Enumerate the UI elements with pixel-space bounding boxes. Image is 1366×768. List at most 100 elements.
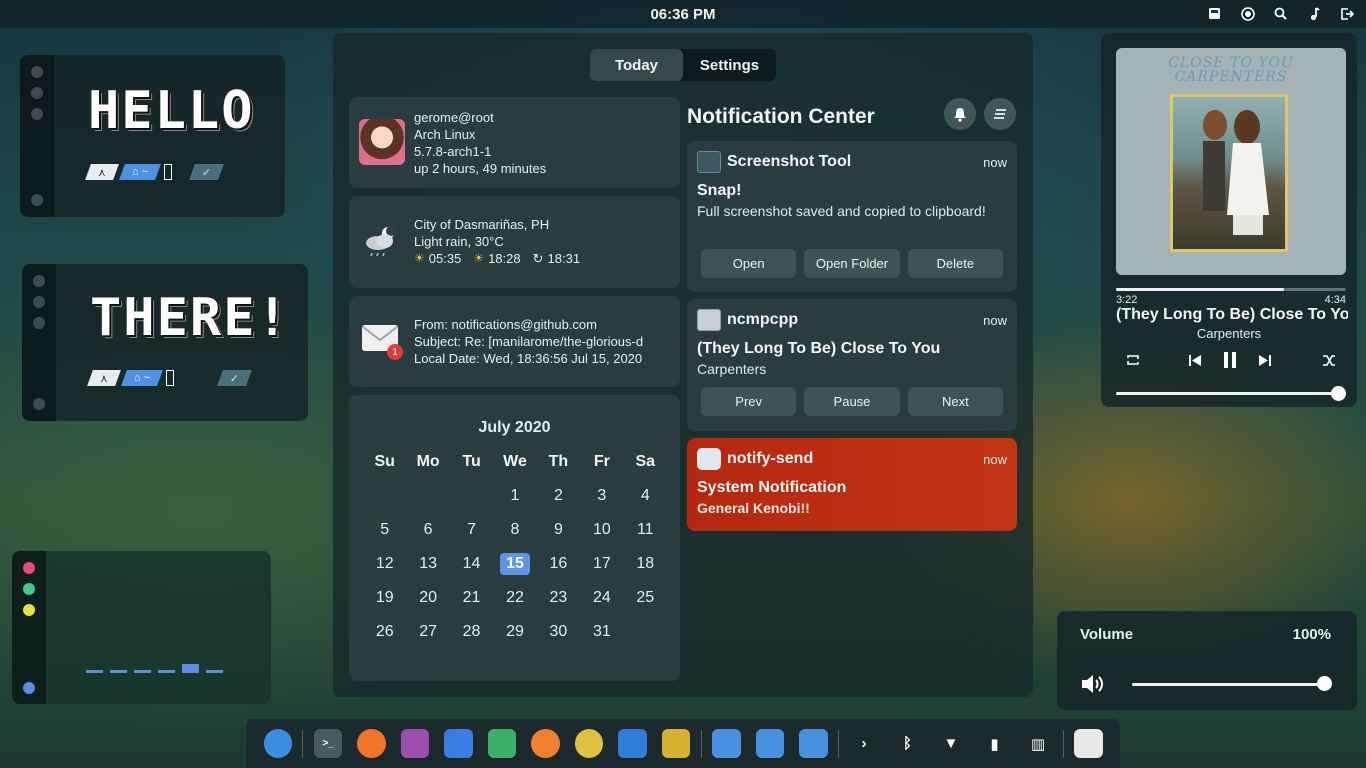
home-folder-icon[interactable]: [712, 729, 741, 758]
pause-button[interactable]: Pause: [804, 387, 900, 416]
color-picker-icon[interactable]: [574, 729, 604, 758]
next-track-icon[interactable]: [1253, 349, 1277, 371]
expand-icon[interactable]: ›: [850, 729, 878, 758]
open-button[interactable]: Open: [701, 249, 797, 278]
files-icon[interactable]: [444, 729, 473, 758]
pause-icon[interactable]: [1218, 349, 1242, 371]
calendar-day[interactable]: 28: [450, 615, 493, 649]
calendar-day[interactable]: 5: [363, 513, 406, 547]
notification-body: Full screenshot saved and copied to clip…: [697, 203, 986, 219]
calendar-day[interactable]: 14: [450, 547, 493, 581]
record-icon[interactable]: [1238, 4, 1257, 23]
notification-screenshot[interactable]: Screenshot Tool now Snap! Full screensho…: [687, 141, 1017, 292]
previous-track-icon[interactable]: [1183, 349, 1207, 371]
sunset-time: 18:28: [488, 251, 521, 266]
tab-today[interactable]: Today: [590, 49, 683, 81]
calendar-day[interactable]: 20: [406, 581, 449, 615]
track-progress-bar[interactable]: [1116, 288, 1346, 291]
screenshot-icon[interactable]: [1205, 4, 1224, 23]
calendar-day: [450, 479, 493, 513]
clear-all-icon[interactable]: [984, 98, 1016, 130]
calendar-day[interactable]: 24: [580, 581, 623, 615]
calendar-day[interactable]: 18: [624, 547, 667, 581]
calendar-day-today[interactable]: 15: [493, 547, 536, 581]
next-button[interactable]: Next: [907, 387, 1003, 416]
documents-folder-icon[interactable]: [755, 729, 785, 758]
settings-icon[interactable]: [661, 729, 691, 758]
notification-body: General Kenobi!!: [697, 500, 810, 516]
downloads-folder-icon[interactable]: [799, 729, 828, 758]
media-icon[interactable]: [487, 729, 517, 758]
trash-icon[interactable]: [1074, 729, 1103, 758]
game-icon[interactable]: [531, 729, 560, 758]
green-dot[interactable]: [23, 583, 35, 595]
calendar-day[interactable]: 31: [580, 615, 623, 649]
editor-icon[interactable]: [400, 729, 430, 758]
repeat-icon[interactable]: [1121, 349, 1145, 371]
prev-button[interactable]: Prev: [701, 387, 797, 416]
layout-icon[interactable]: ▥: [1024, 729, 1052, 758]
battery-icon[interactable]: ▮: [980, 729, 1008, 758]
delete-button[interactable]: Delete: [907, 249, 1003, 278]
firefox-icon[interactable]: [357, 729, 386, 758]
blue-dot[interactable]: [23, 682, 35, 694]
widget-sidebar: [20, 55, 54, 217]
speaker-icon[interactable]: [1080, 672, 1106, 696]
player-volume-slider[interactable]: [1116, 392, 1338, 395]
shuffle-icon[interactable]: [1317, 349, 1341, 371]
refresh-icon[interactable]: ↻: [533, 250, 544, 267]
calendar-day[interactable]: 9: [537, 513, 580, 547]
terminal-icon[interactable]: >_: [313, 729, 343, 758]
email-date: Local Date: Wed, 18:36:56 Jul 15, 2020: [414, 351, 643, 366]
calendar-day[interactable]: 17: [580, 547, 623, 581]
calendar-day[interactable]: 6: [406, 513, 449, 547]
notification-title: Snap!: [697, 182, 742, 199]
calendar-day[interactable]: 11: [624, 513, 667, 547]
calendar-day[interactable]: 22: [493, 581, 536, 615]
volume-slider[interactable]: [1132, 683, 1324, 686]
virtualbox-icon[interactable]: [618, 729, 647, 758]
player-volume-knob[interactable]: [1331, 386, 1346, 401]
calendar-day[interactable]: 13: [406, 547, 449, 581]
calendar-day[interactable]: 25: [624, 581, 667, 615]
notification-notify-send[interactable]: notify-send now System Notification Gene…: [687, 438, 1017, 531]
calendar-day[interactable]: 3: [580, 479, 623, 513]
calendar-day[interactable]: 1: [493, 479, 536, 513]
volume-knob[interactable]: [1317, 676, 1332, 691]
clock[interactable]: 06:36 PM: [0, 6, 1366, 23]
logout-icon[interactable]: [1337, 4, 1356, 23]
tab-settings[interactable]: Settings: [683, 49, 776, 81]
calendar-day[interactable]: 27: [406, 615, 449, 649]
yellow-dot[interactable]: [23, 604, 35, 616]
calendar-day[interactable]: 30: [537, 615, 580, 649]
calendar-day[interactable]: 29: [493, 615, 536, 649]
check-tag: ✓: [217, 370, 253, 386]
calendar-day[interactable]: 4: [624, 479, 667, 513]
screenshot-app-icon: [697, 151, 721, 173]
email-from: From: notifications@github.com: [414, 317, 597, 332]
calendar-day[interactable]: 12: [363, 547, 406, 581]
calendar-day[interactable]: 26: [363, 615, 406, 649]
calendar-day[interactable]: 16: [537, 547, 580, 581]
search-icon[interactable]: [1271, 4, 1290, 23]
calendar-day[interactable]: 7: [450, 513, 493, 547]
level-bar: [158, 670, 175, 673]
red-dot[interactable]: [23, 562, 35, 574]
calendar-day[interactable]: 23: [537, 581, 580, 615]
open-folder-button[interactable]: Open Folder: [804, 249, 900, 278]
calendar-day[interactable]: 2: [537, 479, 580, 513]
system-tray: [1205, 4, 1356, 23]
weekday-header: Tu: [462, 453, 481, 470]
dock: >_ › ᛒ ▼ ▮ ▥: [246, 719, 1120, 768]
calendar-day[interactable]: 19: [363, 581, 406, 615]
calendar-day[interactable]: 10: [580, 513, 623, 547]
calendar-day[interactable]: 21: [450, 581, 493, 615]
notification-ncmpcpp[interactable]: ncmpcpp now (They Long To Be) Close To Y…: [687, 299, 1017, 431]
bluetooth-icon[interactable]: ᛒ: [893, 729, 921, 758]
widget-sidebar: [22, 264, 56, 421]
wifi-icon[interactable]: ▼: [937, 729, 965, 758]
music-icon[interactable]: [1304, 4, 1323, 23]
calendar-day[interactable]: 8: [493, 513, 536, 547]
start-icon[interactable]: [263, 729, 292, 758]
bell-icon[interactable]: [944, 98, 976, 130]
